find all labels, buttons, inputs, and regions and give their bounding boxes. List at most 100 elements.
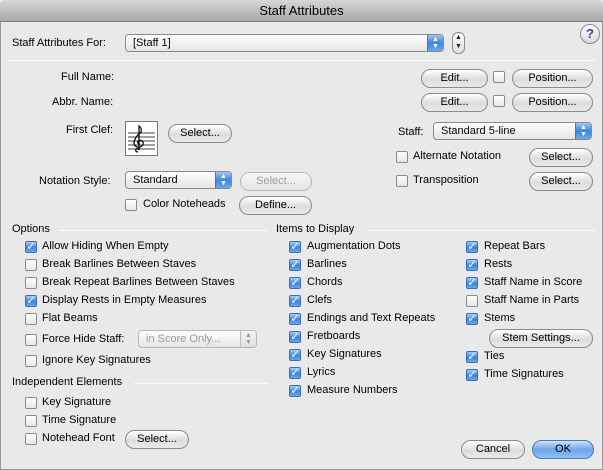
- display-checkbox[interactable]: ✓: [289, 259, 301, 271]
- alternate-notation-select-button[interactable]: Select...: [529, 148, 593, 167]
- option-checkbox[interactable]: ✓: [25, 295, 37, 307]
- display-label: Staff Name in Parts: [484, 294, 580, 306]
- display-checkbox[interactable]: ✓: [289, 367, 301, 379]
- abbr-name-position-checkbox[interactable]: [493, 95, 505, 107]
- treble-clef-icon: [128, 124, 155, 153]
- full-name-edit-button[interactable]: Edit...: [421, 69, 488, 88]
- display-label: Barlines: [307, 258, 347, 270]
- options-divider: [59, 230, 267, 231]
- notation-style-value: Standard: [133, 174, 178, 186]
- staff-type-value: Standard 5-line: [441, 125, 516, 137]
- display-label: Fretboards: [307, 330, 361, 342]
- alternate-notation-label: Alternate Notation: [413, 150, 502, 162]
- display-checkbox[interactable]: ✓: [289, 349, 301, 361]
- full-name-position-button[interactable]: Position...: [512, 69, 593, 88]
- color-noteheads-label: Color Noteheads: [143, 198, 226, 210]
- transposition-select-button[interactable]: Select...: [529, 172, 593, 191]
- display-label: Time Signatures: [484, 368, 564, 380]
- ok-button[interactable]: OK: [532, 440, 594, 459]
- display-label: Key Signatures: [307, 348, 382, 360]
- display-label: Endings and Text Repeats: [307, 312, 436, 324]
- abbr-name-label: Abbr. Name:: [52, 96, 114, 108]
- define-button[interactable]: Define...: [239, 196, 312, 215]
- independent-label: Key Signature: [42, 396, 112, 408]
- staff-type-select[interactable]: Standard 5-line ▲ ▼: [433, 122, 592, 140]
- display-label: Clefs: [307, 294, 333, 306]
- display-checkbox[interactable]: ✓: [289, 241, 301, 253]
- independent-divider: [134, 383, 267, 384]
- items-to-display-title: Items to Display: [276, 223, 355, 235]
- display-checkbox[interactable]: ✓: [466, 277, 478, 289]
- popup-arrows-icon: ▲ ▼: [240, 331, 256, 347]
- abbr-name-edit-button[interactable]: Edit...: [421, 93, 488, 112]
- display-checkbox[interactable]: [466, 295, 478, 307]
- display-checkbox[interactable]: ✓: [466, 241, 478, 253]
- option-checkbox[interactable]: [25, 259, 37, 271]
- force-hide-checkbox[interactable]: [25, 334, 37, 346]
- force-hide-select[interactable]: in Score Only... ▲ ▼: [138, 330, 257, 348]
- display-checkbox[interactable]: ✓: [289, 295, 301, 307]
- top-divider: [10, 60, 596, 61]
- option-checkbox[interactable]: [25, 355, 37, 367]
- popup-arrows-icon: ▲ ▼: [215, 172, 231, 188]
- staff-select-value: [Staff 1]: [133, 37, 171, 49]
- force-hide-label: Force Hide Staff:: [42, 333, 125, 345]
- option-label: Ignore Key Signatures: [42, 354, 151, 366]
- color-noteheads-checkbox[interactable]: [125, 199, 137, 211]
- notation-style-select[interactable]: Standard ▲ ▼: [125, 171, 232, 189]
- display-label: Lyrics: [307, 366, 336, 378]
- display-label: Rests: [484, 258, 513, 270]
- display-checkbox[interactable]: ✓: [466, 369, 478, 381]
- independent-elements-title: Independent Elements: [12, 376, 123, 388]
- notation-style-label: Notation Style:: [39, 175, 111, 187]
- dialog-body: Staff Attributes For: [Staff 1] ▲ ▼ ▲ ▼ ?…: [0, 22, 603, 470]
- cancel-button[interactable]: Cancel: [461, 440, 525, 459]
- clef-preview: [125, 121, 158, 156]
- display-checkbox[interactable]: ✓: [466, 259, 478, 271]
- display-label: Staff Name in Score: [484, 276, 583, 288]
- transposition-label: Transposition: [413, 174, 479, 186]
- option-checkbox[interactable]: [25, 277, 37, 289]
- staff-label: Staff:: [398, 126, 424, 138]
- notehead-font-select-button[interactable]: Select...: [125, 430, 189, 449]
- alternate-notation-checkbox[interactable]: [396, 151, 408, 163]
- display-label: Augmentation Dots: [307, 240, 401, 252]
- stepper-up-icon[interactable]: ▲: [455, 34, 462, 41]
- independent-label: Time Signature: [42, 414, 117, 426]
- full-name-position-checkbox[interactable]: [493, 71, 505, 83]
- staff-stepper[interactable]: ▲ ▼: [452, 32, 465, 54]
- staff-attributes-for-label: Staff Attributes For:: [12, 37, 106, 49]
- help-button[interactable]: ?: [580, 24, 600, 44]
- display-label: Measure Numbers: [307, 384, 398, 396]
- transposition-checkbox[interactable]: [396, 175, 408, 187]
- items-to-display-divider: [367, 230, 596, 231]
- independent-label: Notehead Font: [42, 432, 115, 444]
- abbr-name-position-button[interactable]: Position...: [512, 93, 593, 112]
- display-label: Stems: [484, 312, 516, 324]
- first-clef-select-button[interactable]: Select...: [168, 124, 232, 143]
- popup-arrows-icon: ▲ ▼: [427, 35, 443, 51]
- stepper-down-icon[interactable]: ▼: [455, 43, 462, 50]
- independent-checkbox[interactable]: [25, 415, 37, 427]
- display-checkbox[interactable]: ✓: [289, 313, 301, 325]
- display-label: Ties: [484, 350, 505, 362]
- display-checkbox[interactable]: ✓: [289, 277, 301, 289]
- option-checkbox[interactable]: [25, 313, 37, 325]
- independent-checkbox[interactable]: [25, 433, 37, 445]
- independent-checkbox[interactable]: [25, 397, 37, 409]
- display-checkbox[interactable]: ✓: [466, 313, 478, 325]
- option-label: Allow Hiding When Empty: [42, 240, 169, 252]
- option-checkbox[interactable]: ✓: [25, 241, 37, 253]
- stem-settings-button[interactable]: Stem Settings...: [489, 329, 593, 348]
- notation-style-select-button[interactable]: Select...: [240, 172, 312, 191]
- display-checkbox[interactable]: ✓: [466, 351, 478, 363]
- display-label: Repeat Bars: [484, 240, 546, 252]
- staff-select[interactable]: [Staff 1] ▲ ▼: [125, 34, 444, 52]
- force-hide-value: in Score Only...: [146, 333, 221, 345]
- option-label: Break Repeat Barlines Between Staves: [42, 276, 235, 288]
- display-checkbox[interactable]: ✓: [289, 331, 301, 343]
- display-checkbox[interactable]: ✓: [289, 385, 301, 397]
- popup-arrows-icon: ▲ ▼: [575, 123, 591, 139]
- window-title: Staff Attributes: [0, 0, 603, 22]
- option-label: Display Rests in Empty Measures: [42, 294, 207, 306]
